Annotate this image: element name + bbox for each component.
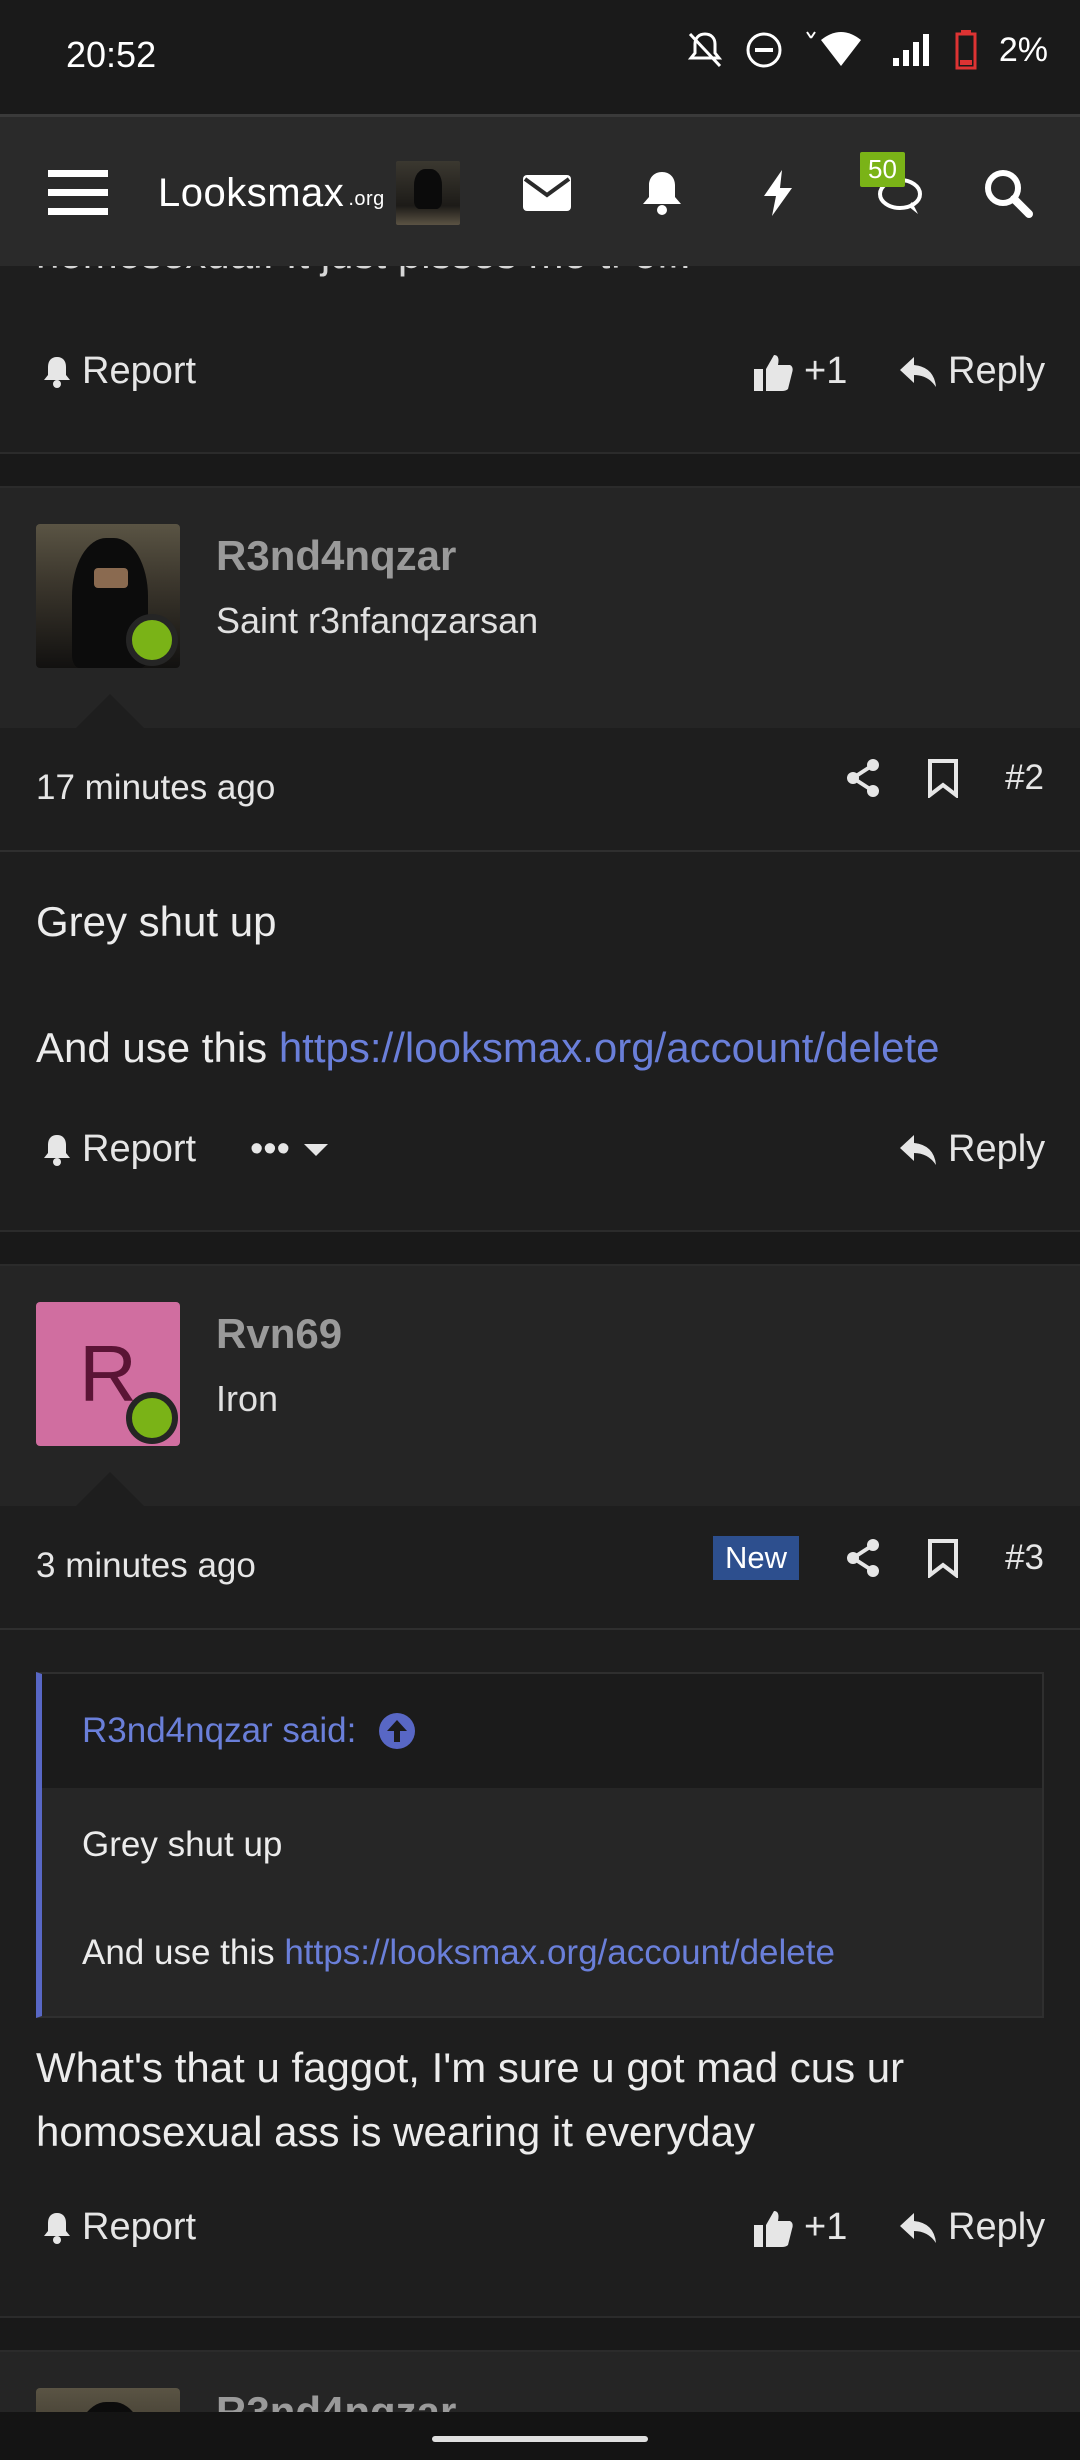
like-button[interactable]: +1 — [752, 2206, 847, 2249]
site-logo[interactable]: Looksmax .org — [158, 117, 385, 269]
post-body-line: And use this https://looksmax.org/accoun… — [36, 1016, 940, 1080]
more-icon: ••• — [250, 1128, 290, 1170]
reply-label: Reply — [948, 1128, 1046, 1170]
envelope-icon — [523, 175, 571, 211]
report-button[interactable]: Report — [42, 350, 196, 393]
user-avatar[interactable] — [36, 2388, 180, 2412]
post-username[interactable]: Rvn69 — [216, 1310, 342, 1358]
search-button[interactable] — [982, 117, 1034, 269]
search-icon — [985, 170, 1033, 218]
reply-icon — [900, 1134, 936, 1165]
report-button[interactable]: Report — [42, 1128, 196, 1171]
lightning-icon — [764, 170, 792, 216]
arrow-up-circle-icon[interactable] — [378, 1712, 416, 1750]
share-icon[interactable] — [845, 758, 881, 798]
reply-label: Reply — [948, 350, 1046, 392]
do-not-disturb-icon — [746, 32, 782, 68]
status-icons: 2% — [687, 30, 1048, 70]
quote-line: And use this https://looksmax.org/accoun… — [82, 1926, 1002, 1980]
delete-account-link[interactable]: https://looksmax.org/account/delete — [279, 1024, 940, 1071]
post-separator — [0, 452, 1080, 488]
conversations-button[interactable] — [862, 117, 922, 269]
post-time[interactable]: 3 minutes ago — [36, 1546, 256, 1586]
post-actions: Report +1 Reply — [0, 2192, 1080, 2272]
reply-button[interactable]: Reply — [898, 350, 1045, 393]
post-username[interactable]: R3nd4nqzar — [216, 532, 456, 580]
post-user-header: R Rvn69 Iron — [0, 1266, 1080, 1506]
post-username[interactable]: R3nd4nqzar — [216, 2388, 456, 2412]
status-time: 20:52 — [66, 34, 157, 75]
battery-percent: 2% — [998, 30, 1048, 69]
post-meta: 17 minutes ago #2 — [0, 728, 1080, 852]
next-post-header: R3nd4nqzar — [0, 2352, 1080, 2412]
battery-icon — [955, 30, 977, 70]
home-gesture-bar[interactable] — [432, 2436, 648, 2442]
wifi-icon — [806, 31, 861, 66]
signal-icon — [892, 34, 929, 66]
post-separator — [0, 1230, 1080, 1266]
post-separator — [0, 2316, 1080, 2352]
quote-header[interactable]: R3nd4nqzar said: — [42, 1674, 1042, 1788]
post-actions: Report ••• Reply — [0, 1114, 1080, 1194]
post-body-text: And use this — [36, 1024, 279, 1071]
thumbs-up-icon — [754, 354, 793, 391]
bell-icon — [643, 172, 681, 215]
like-count: +1 — [804, 2206, 848, 2248]
conversations-count-badge: 50 — [860, 152, 905, 187]
whats-new-button[interactable] — [760, 117, 796, 269]
thumbs-up-icon — [754, 2210, 793, 2247]
post-meta: 3 minutes ago New #3 — [0, 1506, 1080, 1630]
bell-icon — [44, 2212, 70, 2244]
online-indicator — [126, 1392, 178, 1444]
post-number[interactable]: #3 — [1005, 1538, 1044, 1578]
alerts-button[interactable] — [640, 117, 684, 269]
post-body-line: What's that u faggot, I'm sure u got mad… — [36, 2044, 905, 2091]
post-number[interactable]: #2 — [1005, 758, 1044, 798]
post-user-header: R3nd4nqzar Saint r3nfanqzarsan — [0, 488, 1080, 728]
user-title: Iron — [216, 1378, 279, 1419]
report-button[interactable]: Report — [42, 2206, 196, 2249]
reply-label: Reply — [948, 2206, 1046, 2248]
quote-text: And use this — [82, 1933, 285, 1972]
online-indicator — [126, 614, 178, 666]
menu-button[interactable] — [46, 117, 110, 269]
header-pointer — [76, 1472, 144, 1506]
like-button[interactable]: +1 — [752, 350, 847, 393]
reply-icon — [900, 356, 936, 387]
post-time[interactable]: 17 minutes ago — [36, 768, 275, 808]
post-body-line: Grey shut up — [36, 898, 277, 945]
bookmark-icon[interactable] — [927, 1538, 959, 1578]
report-label: Report — [82, 2206, 197, 2248]
quote-line: Grey shut up — [82, 1825, 283, 1864]
report-label: Report — [82, 1128, 197, 1170]
quote-block: R3nd4nqzar said: Grey shut up And use th… — [36, 1672, 1044, 2018]
quote-author[interactable]: R3nd4nqzar said: — [82, 1711, 356, 1751]
hamburger-icon — [48, 170, 108, 215]
notifications-off-icon — [687, 32, 722, 68]
reply-icon — [900, 2212, 936, 2243]
previous-post-actions: Report +1 Reply — [0, 336, 1080, 416]
quote-body: Grey shut up And use this https://looksm… — [42, 1788, 1042, 2016]
post-body-line: homosexual ass is wearing it everyday — [36, 2108, 756, 2155]
bell-icon — [44, 1134, 70, 1166]
user-title: Saint r3nfanqzarsan — [216, 600, 539, 641]
status-bar: 20:52 2% — [0, 0, 1080, 114]
header-pointer — [76, 694, 144, 728]
account-avatar[interactable] — [396, 117, 460, 269]
inbox-button[interactable] — [522, 117, 572, 269]
share-icon[interactable] — [845, 1538, 881, 1578]
reply-button[interactable]: Reply — [898, 1128, 1045, 1171]
reply-button[interactable]: Reply — [898, 2206, 1045, 2249]
logo-suffix: .org — [348, 187, 385, 210]
bell-icon — [44, 356, 70, 388]
like-count: +1 — [804, 350, 848, 392]
app-header: Looksmax .org — [0, 114, 1080, 266]
report-label: Report — [82, 350, 197, 392]
chevron-down-icon — [303, 1143, 328, 1156]
bookmark-icon[interactable] — [927, 758, 959, 798]
quote-link[interactable]: https://looksmax.org/account/delete — [284, 1933, 835, 1972]
logo-text: Looksmax — [158, 170, 345, 215]
new-badge: New — [713, 1536, 800, 1580]
more-actions-button[interactable]: ••• — [250, 1128, 328, 1171]
